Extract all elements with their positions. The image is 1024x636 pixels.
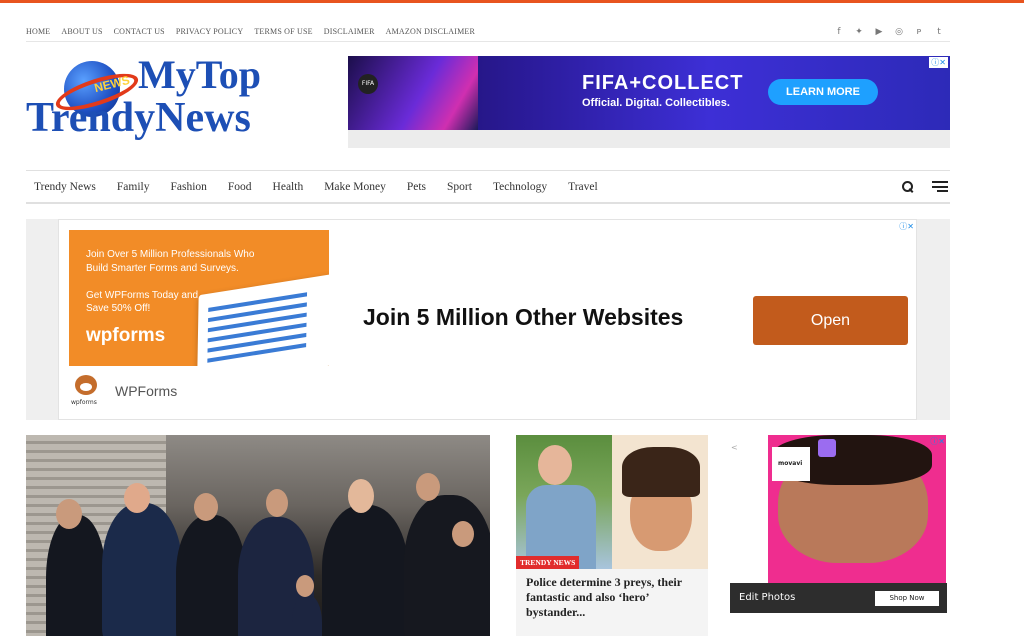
- shop-now-button[interactable]: Shop Now: [875, 591, 939, 606]
- tumblr-icon[interactable]: t: [934, 27, 944, 37]
- figure-head: [124, 483, 150, 513]
- featured-image[interactable]: [26, 435, 490, 636]
- ad-brand: movavi: [778, 460, 803, 467]
- top-menu-link[interactable]: ABOUT US: [61, 27, 102, 36]
- article-photo-right: [612, 435, 708, 569]
- figure-head: [56, 499, 82, 529]
- article-image[interactable]: [516, 435, 708, 569]
- side-ad[interactable]: < movavi Edit Photos Shop Now ⓘ✕: [730, 435, 947, 613]
- wpforms-logo-icon: wpforms: [71, 375, 101, 409]
- adchoices-icon[interactable]: ⓘ✕: [929, 57, 948, 68]
- logo-line-2: TrendyNews: [26, 95, 251, 141]
- nav-item-technology[interactable]: Technology: [493, 181, 547, 193]
- nav-tools: [902, 180, 948, 193]
- top-menu-link[interactable]: HOME: [26, 27, 50, 36]
- figure-head: [348, 479, 374, 513]
- form-mockup-image: [197, 273, 329, 366]
- ad-image: movavi: [768, 435, 946, 583]
- facebook-icon[interactable]: f: [834, 27, 844, 37]
- nav-item-family[interactable]: Family: [117, 181, 150, 193]
- top-menu-link[interactable]: DISCLAIMER: [324, 27, 375, 36]
- figure: [102, 503, 182, 636]
- banner-ad-footer: [348, 130, 950, 148]
- youtube-icon[interactable]: ▶: [874, 27, 884, 37]
- ad-headline[interactable]: Join 5 Million Other Websites: [363, 304, 683, 331]
- nav-item-fashion[interactable]: Fashion: [170, 181, 206, 193]
- nav-item-trendy-news[interactable]: Trendy News: [34, 181, 96, 193]
- ad-caption: Edit Photos: [739, 592, 796, 603]
- advertiser-name[interactable]: WPForms: [115, 383, 177, 399]
- article-photo-left: [516, 435, 612, 569]
- article-title[interactable]: Police determine 3 preys, their fantasti…: [526, 575, 702, 620]
- ad-back-icon[interactable]: <: [731, 443, 738, 452]
- logo-line-1: MyTop: [138, 52, 262, 97]
- nav-item-travel[interactable]: Travel: [568, 181, 598, 193]
- ad-promo-line-2: Get WPForms Today and Save 50% Off!: [86, 290, 199, 314]
- nav-item-pets[interactable]: Pets: [407, 181, 426, 193]
- figure: [46, 515, 106, 636]
- figure: [322, 505, 408, 636]
- social-icons: f ✦ ▶ ◎ ᴘ t: [834, 27, 944, 37]
- site-logo[interactable]: NEWS MyTop TrendyNews: [26, 55, 296, 147]
- twitter-icon[interactable]: ✦: [854, 27, 864, 37]
- wpforms-ad[interactable]: Join Over 5 Million Professionals Who Bu…: [58, 219, 917, 420]
- ad-brand: FIFA+COLLECT: [582, 72, 744, 94]
- ad-promo-line-1: Join Over 5 Million Professionals Who Bu…: [86, 249, 255, 274]
- main-navigation: Trendy News Family Fashion Food Health Make M…: [26, 170, 950, 204]
- pinterest-icon[interactable]: ᴘ: [914, 27, 924, 37]
- figure-head: [296, 575, 314, 597]
- figure-head: [452, 521, 474, 547]
- nav-item-health[interactable]: Health: [273, 181, 304, 193]
- hamburger-menu-icon[interactable]: [932, 181, 948, 192]
- top-accent-line: [0, 0, 1024, 3]
- ad-caption-bar: Edit Photos Shop Now: [730, 583, 947, 613]
- figure-head: [194, 493, 218, 521]
- adchoices-icon[interactable]: ⓘ✕: [930, 436, 945, 447]
- nav-item-make-money[interactable]: Make Money: [324, 181, 386, 193]
- top-menu-link[interactable]: TERMS OF USE: [254, 27, 312, 36]
- learn-more-button[interactable]: LEARN MORE: [768, 79, 878, 105]
- top-menu-link[interactable]: AMAZON DISCLAIMER: [386, 27, 475, 36]
- article-card[interactable]: TRENDY NEWS Police determine 3 preys, th…: [516, 435, 708, 636]
- banner-ad[interactable]: FIFA FIFA+COLLECT Official. Digital. Col…: [348, 56, 950, 130]
- figure-head: [266, 489, 288, 517]
- figure: [292, 595, 322, 636]
- search-icon[interactable]: [902, 180, 914, 193]
- nav-item-food[interactable]: Food: [228, 181, 252, 193]
- nav-item-sport[interactable]: Sport: [447, 181, 472, 193]
- app-icon: [818, 439, 836, 457]
- main-nav-items: Trendy News Family Fashion Food Health Make M…: [34, 181, 619, 193]
- top-menu-links: HOME ABOUT US CONTACT US PRIVACY POLICY TERM…: [26, 27, 475, 36]
- ad-tagline: Official. Digital. Collectibles.: [582, 97, 730, 109]
- top-menu: HOME ABOUT US CONTACT US PRIVACY POLICY TERM…: [26, 22, 950, 42]
- adchoices-icon[interactable]: ⓘ✕: [899, 221, 914, 232]
- open-button[interactable]: Open: [753, 296, 908, 345]
- ad-artwork: FIFA: [348, 56, 478, 130]
- figure: [176, 515, 246, 636]
- bear-icon: [75, 375, 97, 395]
- figure: [404, 495, 490, 636]
- top-menu-link[interactable]: PRIVACY POLICY: [176, 27, 243, 36]
- category-badge[interactable]: TRENDY NEWS: [516, 556, 580, 569]
- movavi-logo: movavi: [772, 447, 810, 481]
- ad-promo-brand: wpforms: [86, 325, 166, 346]
- ad-badge-icon: FIFA: [358, 74, 378, 94]
- figure-head: [416, 473, 440, 501]
- top-menu-link[interactable]: CONTACT US: [114, 27, 165, 36]
- ad-promo-image: Join Over 5 Million Professionals Who Bu…: [69, 230, 329, 366]
- advertiser-logo-text: wpforms: [71, 399, 97, 406]
- instagram-icon[interactable]: ◎: [894, 27, 904, 37]
